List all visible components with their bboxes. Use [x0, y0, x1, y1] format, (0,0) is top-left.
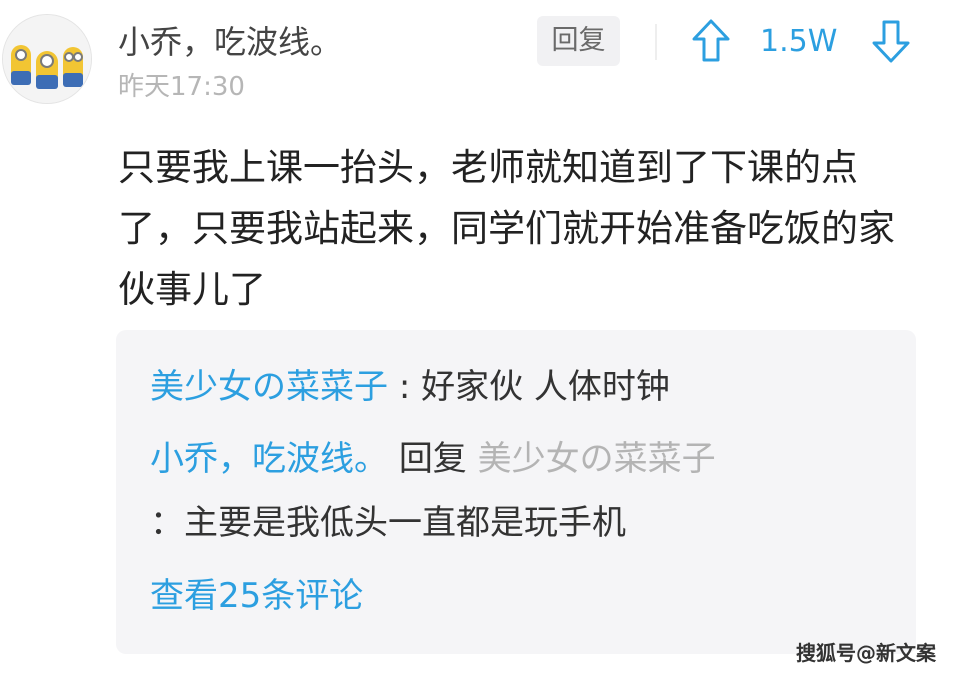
reply-separator: :: [398, 367, 411, 407]
reply-item: 小乔，吃波线。 回复 美少女の菜菜子: [150, 436, 716, 482]
arrow-down-icon[interactable]: [871, 18, 911, 64]
vote-count: 1.5W: [760, 24, 838, 59]
reply-word: 回复: [398, 439, 467, 479]
minions-avatar-image: [3, 15, 91, 103]
reply-item: 美少女の菜菜子 : 好家伙 人体时钟: [150, 364, 670, 410]
timestamp: 昨天17:30: [118, 72, 245, 102]
comment-text: 只要我上课一抬头，老师就知道到了下课的点了，只要我站起来，同学们就开始准备吃饭的…: [118, 146, 895, 311]
view-more-link[interactable]: 查看25条评论: [150, 573, 363, 619]
username[interactable]: 小乔，吃波线。: [118, 20, 342, 64]
reply-target[interactable]: 美少女の菜菜子: [478, 439, 716, 479]
watermark: 搜狐号@新文案: [796, 641, 936, 665]
reply-author[interactable]: 小乔，吃波线。: [150, 439, 388, 479]
reply-author[interactable]: 美少女の菜菜子: [150, 367, 388, 407]
reply-button[interactable]: 回复: [537, 16, 620, 66]
reply-text: ：主要是我低头一直都是玩手机: [150, 503, 626, 543]
avatar[interactable]: [2, 14, 92, 104]
reply-text: 好家伙 人体时钟: [421, 367, 670, 407]
arrow-up-icon[interactable]: [691, 18, 731, 64]
divider: [655, 24, 657, 60]
reply-panel[interactable]: 美少女の菜菜子 : 好家伙 人体时钟 小乔，吃波线。 回复 美少女の菜菜子 ：主…: [116, 330, 916, 654]
